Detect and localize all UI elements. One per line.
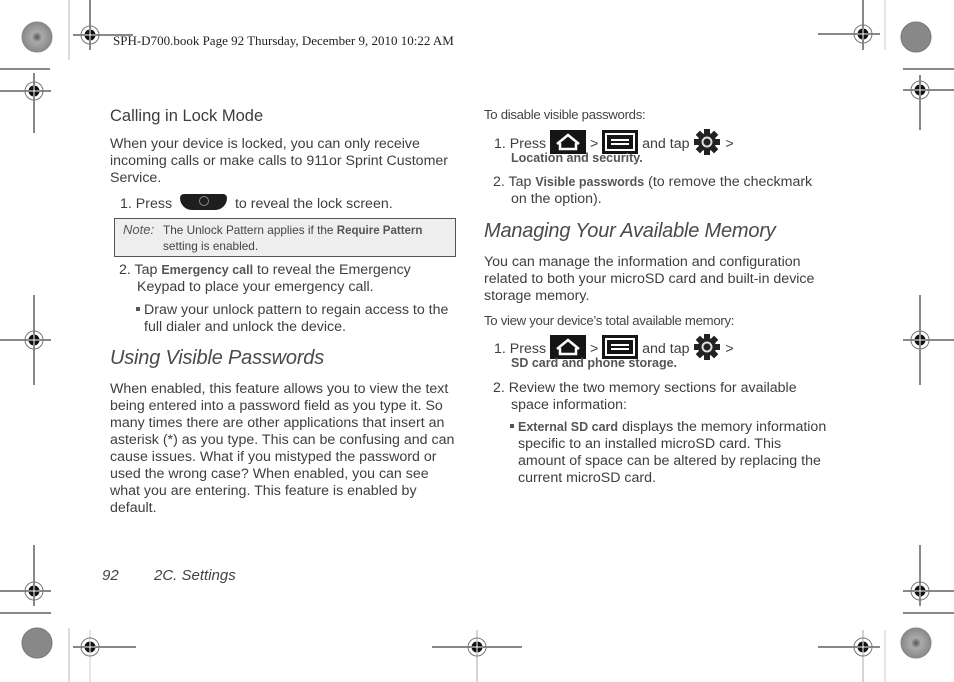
registration-mark-bottom-right — [818, 630, 880, 682]
note-text: The Unlock Pattern applies if the Requir… — [163, 223, 453, 254]
registration-mark-mid-left — [0, 295, 51, 385]
body-line: When enabled, this feature allows you to… — [110, 381, 449, 397]
body-line: default. — [110, 500, 157, 516]
lock-bullet: Draw your unlock pattern to regain acces… — [136, 302, 476, 336]
note-box: Note: The Unlock Pattern applies if the … — [114, 218, 456, 257]
settings-gear-icon — [693, 333, 721, 361]
note-label: Note: — [123, 222, 155, 237]
step-text: 1. Press — [494, 136, 547, 152]
registration-mark-top-right — [818, 0, 880, 50]
step-text: on the option). — [511, 191, 602, 207]
star-target-top-right — [900, 21, 932, 53]
step-text: (to remove the checkmark — [644, 174, 813, 190]
managing-memory-heading: Managing Your Available Memory — [484, 220, 776, 242]
intro-line: When your device is locked, you can only… — [110, 136, 420, 152]
body-line: cause issues. What if you mistyped the p… — [110, 449, 437, 465]
star-target-top-left — [21, 21, 53, 53]
body-line: what you are entering. This feature is e… — [110, 483, 417, 499]
note-bold-term: Require Pattern — [336, 225, 423, 237]
print-slug: SPH-D700.book Page 92 Thursday, December… — [113, 33, 454, 48]
power-key-icon — [180, 194, 227, 210]
body-line: being entered into a password field as y… — [110, 398, 443, 414]
bullet-text: full dialer and unlock the device. — [144, 319, 346, 335]
step-separator: > — [589, 341, 599, 357]
step-text: space information: — [511, 397, 627, 413]
note-text-part: The Unlock Pattern applies if the — [163, 223, 337, 237]
step-text: 2. Tap — [119, 262, 162, 278]
visible-passwords-heading: Using Visible Passwords — [110, 347, 325, 369]
section-name: 2C. Settings — [154, 567, 236, 584]
disable-visible-intro: To disable visible passwords: — [484, 107, 646, 122]
ui-term: Visible passwords — [535, 175, 645, 189]
step-separator: > — [589, 136, 599, 152]
ui-term: External SD card — [518, 420, 619, 434]
registration-mark-bottom-center — [432, 630, 522, 682]
bullet-icon — [510, 424, 514, 429]
registration-mark-left-upper — [0, 68, 51, 133]
view-memory-intro: To view your device’s total available me… — [484, 313, 735, 328]
lock-step-1: 1. Press to reveal the lock screen. — [120, 194, 393, 213]
sd-card-storage-term: SD card and phone storage. — [511, 356, 678, 370]
step-text: 2. Review the two memory sections for av… — [493, 380, 797, 396]
bullet-text: amount of space can be altered by replac… — [518, 453, 821, 469]
body-line: many times there are other applications … — [110, 415, 445, 431]
step-text: Keypad to place your emergency call. — [137, 279, 374, 295]
printer-marks — [0, 0, 954, 682]
step-separator: > — [725, 136, 734, 152]
registration-mark-right-upper — [903, 68, 954, 130]
bullet-text: current microSD card. — [518, 470, 656, 486]
step-text: to reveal the Emergency — [253, 262, 411, 278]
calling-lock-mode-heading: Calling in Lock Mode — [110, 107, 264, 125]
visible-passwords-body: When enabled, this feature allows you to… — [110, 381, 470, 517]
bullet-icon — [136, 307, 140, 312]
bullet-text: Draw your unlock pattern to regain acces… — [144, 302, 449, 318]
step-separator: > — [725, 341, 734, 357]
step-text: 1. Press — [494, 341, 547, 357]
ui-term: Emergency call — [161, 263, 254, 277]
star-target-bottom-right — [900, 627, 932, 659]
intro-line: Service. — [110, 170, 162, 186]
lock-step-2: 2. Tap Emergency call to reveal the Emer… — [119, 262, 469, 296]
calling-lock-mode-intro: When your device is locked, you can only… — [110, 136, 470, 187]
step-text: to reveal the lock screen. — [234, 196, 393, 212]
note-text-part: setting is enabled. — [163, 239, 259, 253]
bullet-text: displays the memory information — [618, 419, 827, 435]
step-text: and tap — [642, 341, 690, 357]
body-line: You can manage the information and confi… — [484, 254, 801, 270]
location-security-term: Location and security. — [511, 151, 643, 165]
registration-mark-left-lower — [0, 545, 51, 614]
body-line: storage memory. — [484, 288, 590, 304]
body-line: asterisk (*) as you type. This can be co… — [110, 432, 455, 448]
memory-bullet: External SD card displays the memory inf… — [510, 419, 850, 487]
step-text: and tap — [642, 136, 690, 152]
step-text: 1. Press — [120, 196, 173, 212]
registration-mark-mid-right — [903, 295, 954, 385]
memory-step-2: 2. Review the two memory sections for av… — [493, 380, 843, 414]
body-line: used the wrong case? When enabled, you c… — [110, 466, 429, 482]
managing-memory-body: You can manage the information and confi… — [484, 254, 844, 305]
disable-step-2: 2. Tap Visible passwords (to remove the … — [493, 174, 843, 208]
settings-gear-icon — [693, 128, 721, 156]
body-line: related to both your microSD card and bu… — [484, 271, 815, 287]
registration-mark-right-lower — [903, 545, 954, 614]
intro-line: incoming calls or make calls to 911or Sp… — [110, 153, 449, 169]
step-text: 2. Tap — [493, 174, 536, 190]
bullet-text: specific to an installed microSD card. T… — [518, 436, 782, 452]
page-number: 92 — [102, 567, 119, 584]
star-target-bottom-left — [21, 627, 53, 659]
registration-mark-bottom-left — [73, 630, 136, 682]
